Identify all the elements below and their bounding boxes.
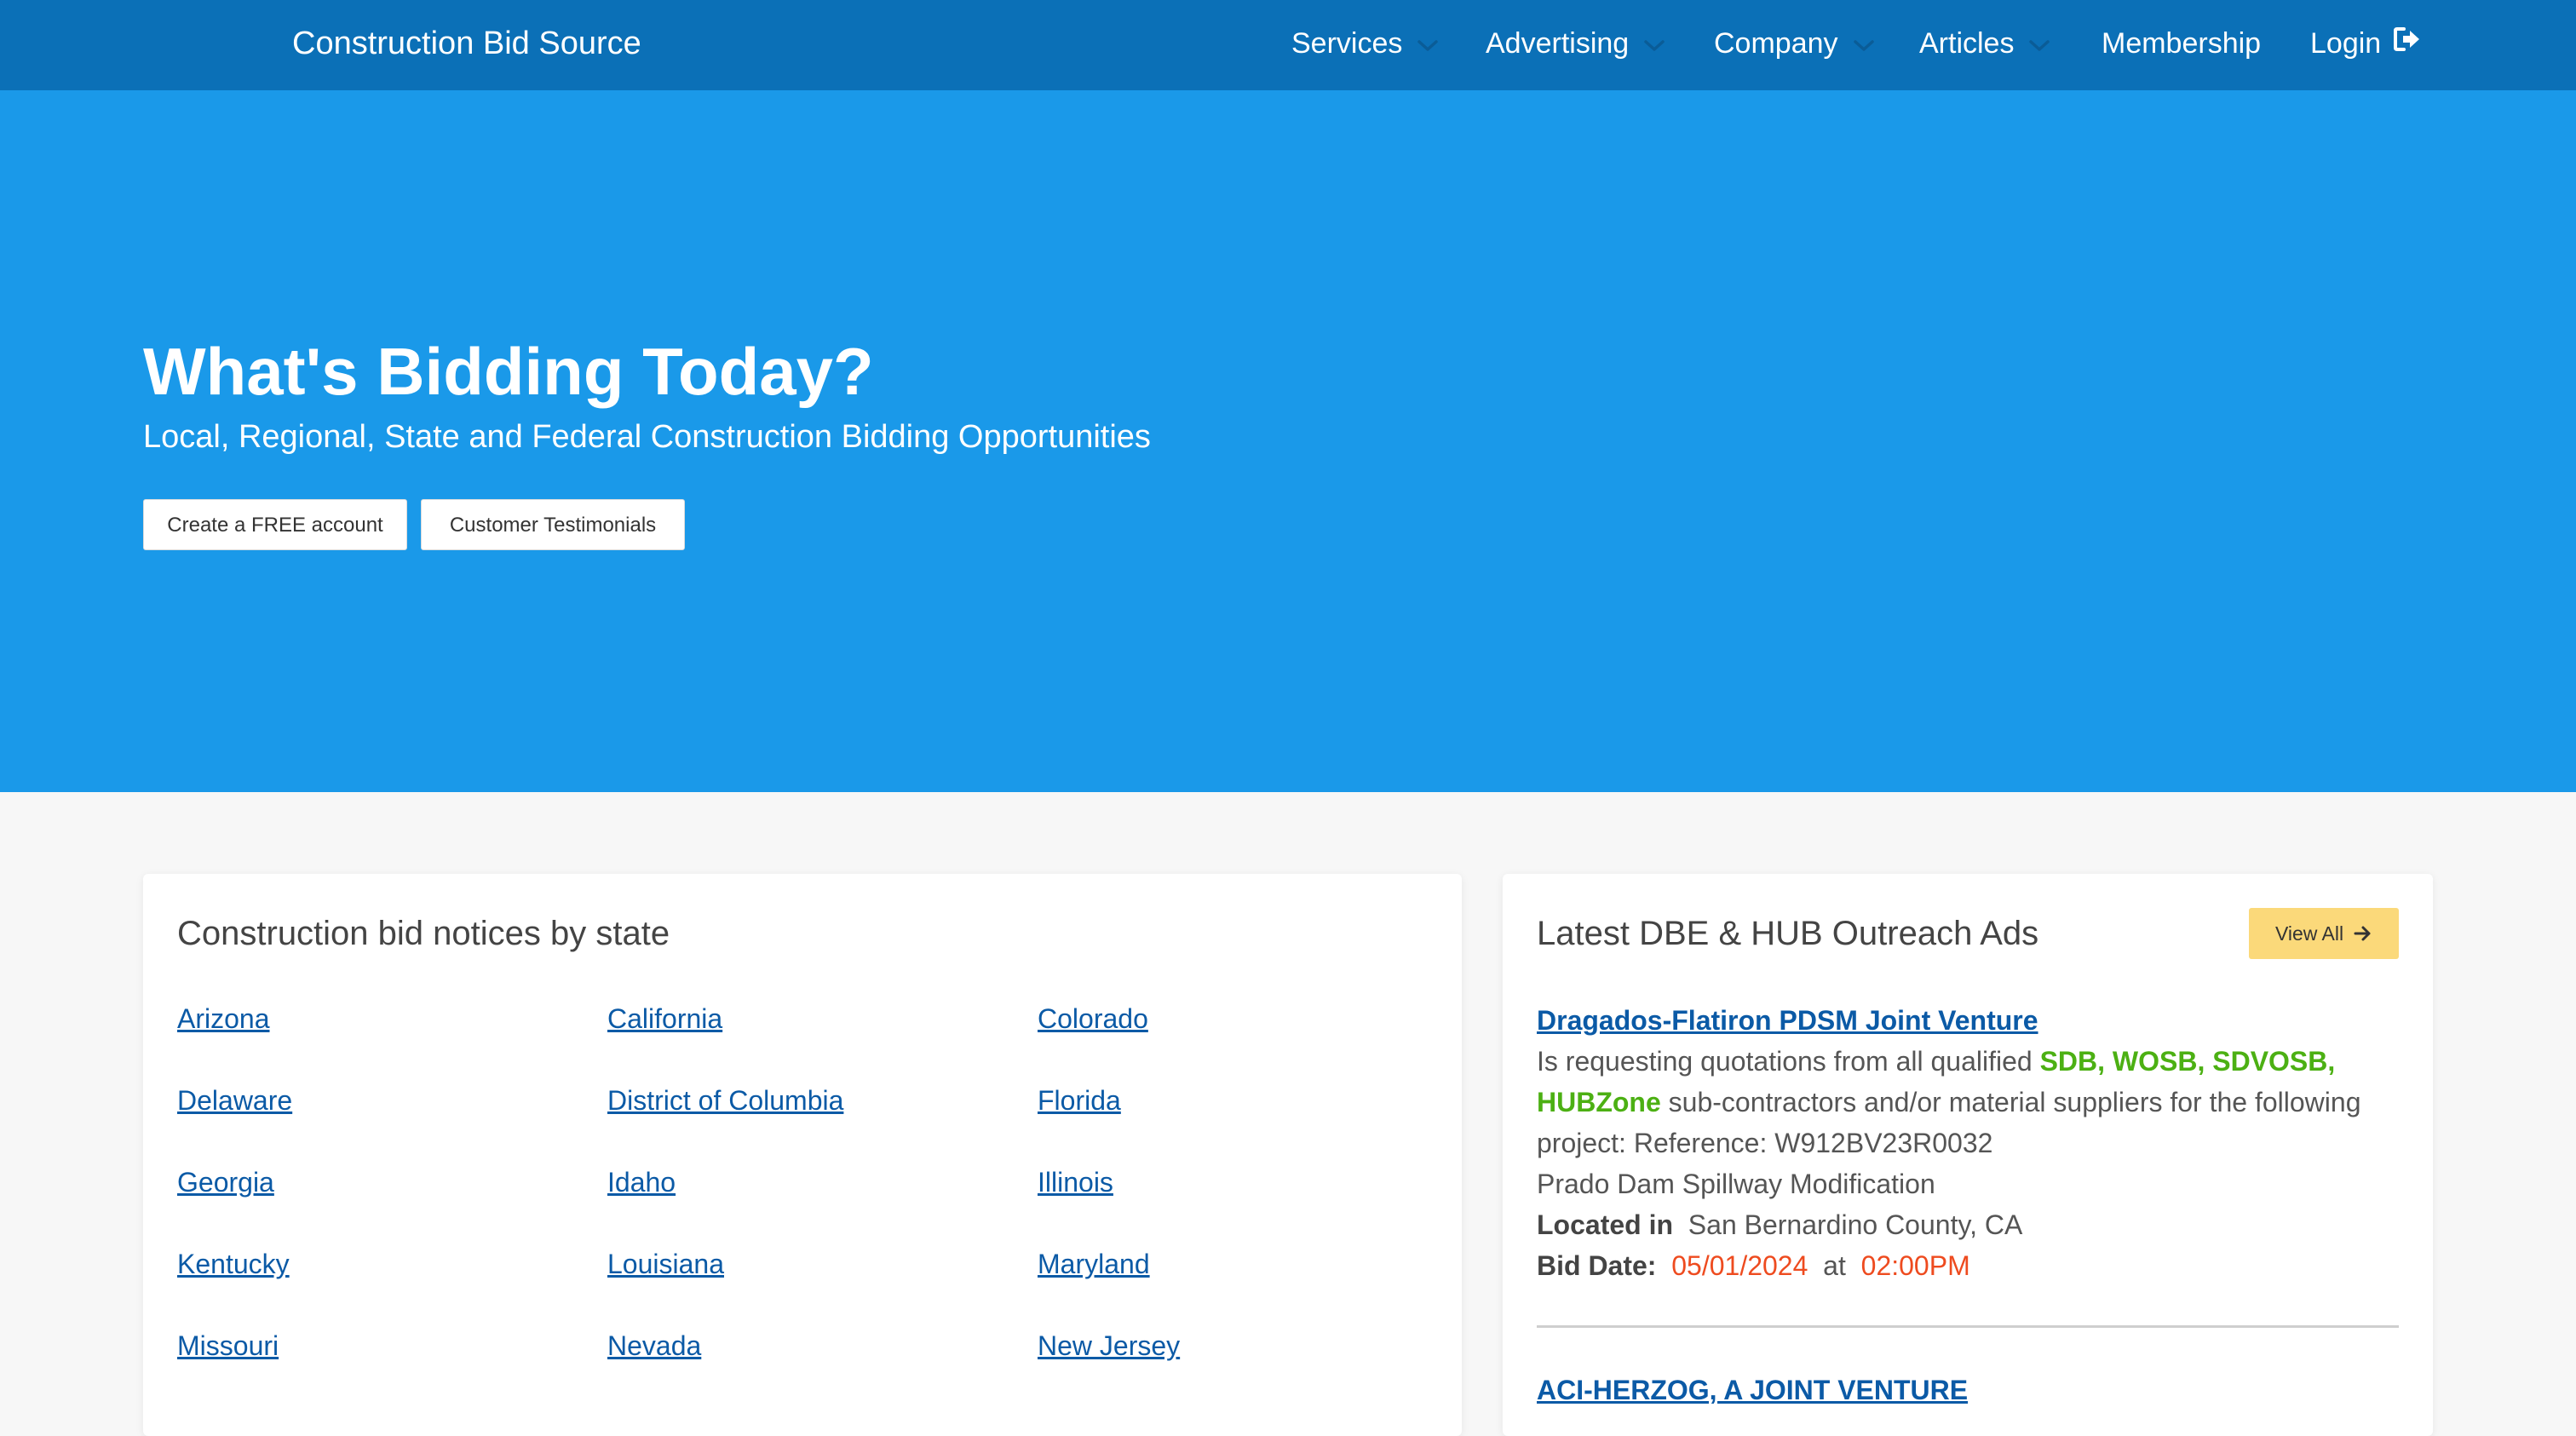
hero-title: What's Bidding Today? <box>143 334 874 409</box>
state-link-florida[interactable]: Florida <box>1038 1082 1121 1119</box>
state-link-louisiana[interactable]: Louisiana <box>607 1245 724 1283</box>
nav-login[interactable]: Login <box>2310 22 2422 65</box>
nav-advertising-label: Advertising <box>1486 27 1630 60</box>
nav-articles-label: Articles <box>1919 27 2015 60</box>
state-link-missouri[interactable]: Missouri <box>177 1327 279 1364</box>
states-card-title: Construction bid notices by state <box>177 915 670 952</box>
nav-company[interactable]: Company <box>1714 22 1874 65</box>
brand-logo-text[interactable]: Construction Bid Source <box>292 22 641 65</box>
nav-membership-label: Membership <box>2102 27 2262 60</box>
chevron-down-icon <box>2029 21 2050 64</box>
hero-subtitle: Local, Regional, State and Federal Const… <box>143 419 1151 455</box>
ad-location-value: San Bernardino County, CA <box>1688 1209 2023 1240</box>
state-link-colorado[interactable]: Colorado <box>1038 1000 1148 1037</box>
chevron-down-icon <box>1853 21 1874 64</box>
chevron-down-icon <box>1417 21 1439 64</box>
ad-bid-time-value: 02:00PM <box>1860 1250 1970 1281</box>
nav-login-label: Login <box>2310 27 2382 60</box>
ad-location-label: Located in <box>1537 1209 1674 1240</box>
arrow-right-icon <box>2354 926 2371 941</box>
chevron-down-icon <box>1644 21 1665 64</box>
ad-company-link[interactable]: ACI-HERZOG, A JOINT VENTURE <box>1537 1370 1968 1410</box>
ad-intro-text: Is requesting quotations from all qualif… <box>1537 1046 2040 1077</box>
ad-bid-at: at <box>1823 1250 1846 1281</box>
state-link-nevada[interactable]: Nevada <box>607 1327 701 1364</box>
state-link-district-of-columbia[interactable]: District of Columbia <box>607 1082 843 1119</box>
ad-divider <box>1537 1325 2399 1328</box>
nav-articles[interactable]: Articles <box>1919 22 2050 65</box>
state-link-georgia[interactable]: Georgia <box>177 1163 274 1201</box>
state-link-arizona[interactable]: Arizona <box>177 1000 270 1037</box>
ad-bid-date-value: 05/01/2024 <box>1671 1250 1808 1281</box>
ad-bid-date: Bid Date: 05/01/2024 at 02:00PM <box>1537 1245 2406 1286</box>
state-link-california[interactable]: California <box>607 1000 722 1037</box>
state-link-idaho[interactable]: Idaho <box>607 1163 676 1201</box>
top-navbar: Construction Bid Source Services Adverti… <box>0 0 2576 90</box>
ad-company-link[interactable]: Dragados-Flatiron PDSM Joint Venture <box>1537 1000 2406 1041</box>
state-link-illinois[interactable]: Illinois <box>1038 1163 1113 1201</box>
view-all-label: View All <box>2274 922 2344 945</box>
state-link-kentucky[interactable]: Kentucky <box>177 1245 290 1283</box>
ad-project-name: Prado Dam Spillway Modification <box>1537 1169 1935 1199</box>
ad-bid-label: Bid Date: <box>1537 1250 1657 1281</box>
sign-out-icon <box>2393 21 2422 64</box>
state-link-delaware[interactable]: Delaware <box>177 1082 292 1119</box>
ad-body-text: sub-contractors and/or material supplier… <box>1537 1087 2361 1158</box>
nav-services-label: Services <box>1291 27 1403 60</box>
create-account-button[interactable]: Create a FREE account <box>143 499 407 550</box>
ad-location: Located in San Bernardino County, CA <box>1537 1204 2406 1245</box>
outreach-ad: Dragados-Flatiron PDSM Joint Venture Is … <box>1537 1000 2406 1286</box>
state-link-new-jersey[interactable]: New Jersey <box>1038 1327 1180 1364</box>
nav-advertising[interactable]: Advertising <box>1486 22 1665 65</box>
ad-description: Is requesting quotations from all qualif… <box>1537 1041 2406 1163</box>
hero-section: What's Bidding Today? Local, Regional, S… <box>0 90 2576 792</box>
nav-services[interactable]: Services <box>1291 21 1439 65</box>
nav-membership[interactable]: Membership <box>2102 22 2261 65</box>
state-link-maryland[interactable]: Maryland <box>1038 1245 1150 1283</box>
ads-card-title: Latest DBE & HUB Outreach Ads <box>1537 915 2039 952</box>
customer-testimonials-button[interactable]: Customer Testimonials <box>421 499 685 550</box>
nav-company-label: Company <box>1714 27 1838 60</box>
states-card: Construction bid notices by state Arizon… <box>143 874 1462 1436</box>
outreach-ads-card: Latest DBE & HUB Outreach Ads View All D… <box>1503 874 2433 1436</box>
view-all-button[interactable]: View All <box>2249 908 2399 959</box>
